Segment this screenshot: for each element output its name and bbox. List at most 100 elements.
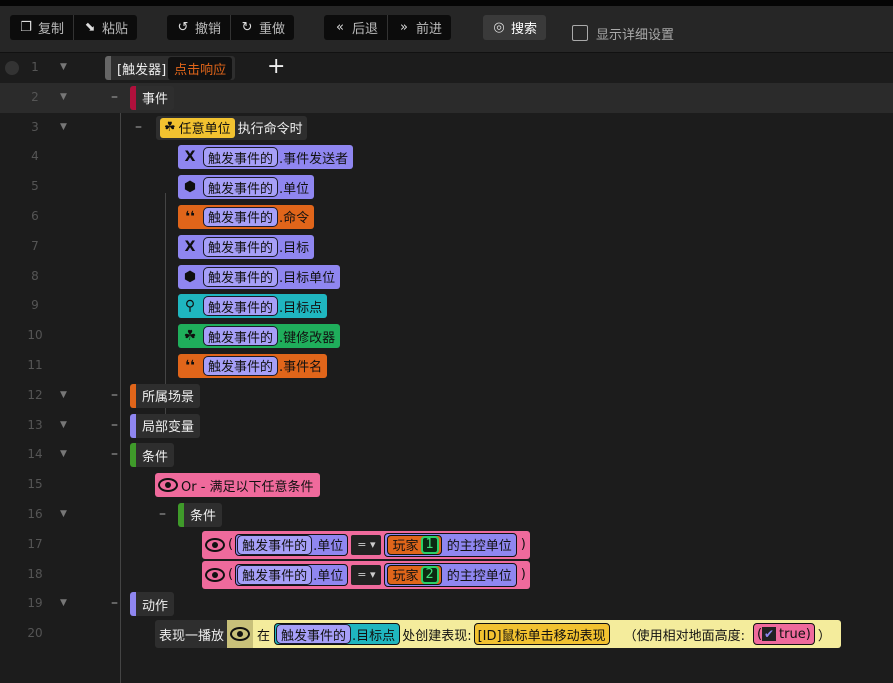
- or-condition-block[interactable]: Or - 满足以下任意条件: [155, 473, 320, 498]
- row-param[interactable]: 8 ⬢ 触发事件的 .目标单位: [0, 262, 893, 292]
- eye-icon[interactable]: [158, 478, 178, 493]
- row-20[interactable]: 20 表现一播放 在 触发事件的 .目标点 处创建表现: [ID]鼠标单击移动表现…: [0, 619, 893, 649]
- row-16[interactable]: 16 ▼ – 条件: [0, 500, 893, 530]
- operator-dropdown[interactable]: = ▾: [351, 534, 382, 555]
- conditions-subsection[interactable]: 条件: [178, 502, 223, 527]
- collapse-icon[interactable]: ▼: [60, 390, 67, 400]
- trigger-header[interactable]: [触发器] 点击响应: [105, 56, 236, 80]
- unit-expr[interactable]: 触发事件的 .单位: [235, 533, 349, 556]
- player-expr[interactable]: 玩家 2: [387, 564, 442, 585]
- ground-height-toggle[interactable]: (✔ true): [752, 623, 815, 646]
- event-pill[interactable]: 触发事件的: [203, 326, 279, 347]
- event-block[interactable]: ☘ 任意单位 执行命令时: [156, 115, 307, 140]
- collapse-dash[interactable]: –: [111, 387, 118, 403]
- row-param[interactable]: 10 ☘ 触发事件的 .键修改器: [0, 321, 893, 351]
- redo-button[interactable]: ↻ 重做: [231, 15, 294, 40]
- player-number[interactable]: 1: [420, 535, 439, 554]
- player-unit-expr[interactable]: 玩家 2 的主控单位: [384, 562, 517, 587]
- event-pill[interactable]: 触发事件的: [276, 624, 352, 645]
- trigger-name[interactable]: 点击响应: [168, 56, 233, 80]
- action-block[interactable]: 表现一播放 在 触发事件的 .目标点 处创建表现: [ID]鼠标单击移动表现 （使…: [155, 620, 841, 649]
- row-param[interactable]: 4 X 触发事件的 .事件发送者: [0, 142, 893, 172]
- collapse-icon[interactable]: ▼: [60, 62, 67, 72]
- line-number: 6: [31, 208, 39, 223]
- checkbox-checked-icon[interactable]: ✔: [762, 627, 777, 642]
- collapse-dash[interactable]: –: [111, 446, 118, 462]
- event-param-block[interactable]: X 触发事件的 .目标: [178, 234, 315, 259]
- back-button[interactable]: « 后退: [324, 15, 389, 40]
- row-param[interactable]: 7 X 触发事件的 .目标: [0, 232, 893, 262]
- row-compare[interactable]: 17 ( 触发事件的 .单位 = ▾ 玩家 1 的主控单位 ): [0, 530, 893, 560]
- row-param[interactable]: 5 ⬢ 触发事件的 .单位: [0, 172, 893, 202]
- event-pill[interactable]: 触发事件的: [203, 147, 279, 168]
- row-12[interactable]: 12 ▼ – 所属场景: [0, 381, 893, 411]
- unit-expr[interactable]: 触发事件的 .单位: [235, 563, 349, 586]
- collapse-icon[interactable]: ▼: [60, 598, 67, 608]
- collapse-dash[interactable]: –: [135, 119, 142, 135]
- param-suffix: .事件发送者: [279, 151, 349, 167]
- eye-icon[interactable]: [230, 627, 251, 642]
- event-pill[interactable]: 触发事件的: [203, 355, 279, 376]
- event-pill[interactable]: 触发事件的: [203, 206, 279, 227]
- collapse-dash[interactable]: –: [159, 506, 166, 522]
- collapse-dash[interactable]: –: [111, 417, 118, 433]
- event-pill[interactable]: 触发事件的: [237, 564, 313, 585]
- forward-button[interactable]: » 前进: [388, 15, 451, 40]
- unit-chip[interactable]: ☘ 任意单位: [160, 117, 235, 138]
- local-vars-section[interactable]: 局部变量: [130, 413, 201, 438]
- event-param-block[interactable]: ⬢ 触发事件的 .单位: [178, 175, 315, 200]
- row-2[interactable]: 2 ▼ – 事件: [0, 82, 893, 113]
- line-number: 9: [31, 298, 39, 313]
- operator-dropdown[interactable]: = ▾: [351, 564, 382, 585]
- row-param[interactable]: 11 ❛❛ 触发事件的 .事件名: [0, 351, 893, 381]
- detail-settings-checkbox[interactable]: [572, 25, 588, 41]
- row-1[interactable]: 1 ▼ [触发器] 点击响应 +: [0, 53, 893, 83]
- row-15[interactable]: 15 Or - 满足以下任意条件: [0, 470, 893, 500]
- player-number[interactable]: 2: [420, 565, 439, 584]
- actions-section[interactable]: 动作: [130, 592, 175, 617]
- breakpoint-dot[interactable]: [5, 61, 19, 75]
- row-19[interactable]: 19 ▼ – 动作: [0, 589, 893, 619]
- collapse-icon[interactable]: ▼: [60, 92, 67, 102]
- scene-section[interactable]: 所属场景: [130, 383, 201, 408]
- event-pill[interactable]: 触发事件的: [237, 534, 313, 555]
- player-expr[interactable]: 玩家 1: [387, 534, 442, 555]
- row-param[interactable]: 6 ❛❛ 触发事件的 .命令: [0, 202, 893, 232]
- search-button[interactable]: ◎ 搜索: [483, 15, 546, 40]
- event-param-block[interactable]: X 触发事件的 .事件发送者: [178, 145, 354, 170]
- row-3[interactable]: 3 ▼ – ☘ 任意单位 执行命令时: [0, 113, 893, 143]
- compare-condition[interactable]: ( 触发事件的 .单位 = ▾ 玩家 1 的主控单位 ): [202, 530, 530, 559]
- eye-icon[interactable]: [205, 567, 225, 582]
- row-13[interactable]: 13 ▼ – 局部变量: [0, 411, 893, 441]
- event-pill[interactable]: 触发事件的: [203, 236, 279, 257]
- event-param-block[interactable]: ⚲ 触发事件的 .目标点: [178, 294, 328, 319]
- player-unit-expr[interactable]: 玩家 1 的主控单位: [384, 532, 517, 557]
- eye-icon[interactable]: [205, 537, 225, 552]
- row-param[interactable]: 9 ⚲ 触发事件的 .目标点: [0, 291, 893, 321]
- conditions-section[interactable]: 条件: [130, 443, 175, 468]
- events-section[interactable]: 事件: [130, 85, 175, 110]
- event-pill[interactable]: 触发事件的: [203, 177, 279, 198]
- collapse-icon[interactable]: ▼: [60, 509, 67, 519]
- copy-button[interactable]: ❐ 复制: [10, 15, 75, 40]
- undo-button[interactable]: ↺ 撤销: [167, 15, 232, 40]
- paste-button[interactable]: ⬊ 粘贴: [74, 15, 137, 40]
- add-icon[interactable]: +: [267, 54, 285, 79]
- event-param-block[interactable]: ⬢ 触发事件的 .目标单位: [178, 264, 341, 289]
- event-param-block[interactable]: ☘ 触发事件的 .键修改器: [178, 324, 341, 349]
- effect-chip[interactable]: [ID]鼠标单击移动表现: [473, 623, 610, 646]
- collapse-icon[interactable]: ▼: [60, 122, 67, 132]
- row-14[interactable]: 14 ▼ – 条件: [0, 440, 893, 470]
- compare-condition[interactable]: ( 触发事件的 .单位 = ▾ 玩家 2 的主控单位 ): [202, 560, 530, 589]
- event-param-block[interactable]: ❛❛ 触发事件的 .事件名: [178, 353, 328, 378]
- event-param-block[interactable]: ❛❛ 触发事件的 .命令: [178, 204, 315, 229]
- point-expr[interactable]: 触发事件的 .目标点: [274, 623, 401, 646]
- line-number: 7: [31, 238, 39, 253]
- collapse-dash[interactable]: –: [111, 89, 118, 105]
- collapse-icon[interactable]: ▼: [60, 449, 67, 459]
- collapse-icon[interactable]: ▼: [60, 420, 67, 430]
- event-pill[interactable]: 触发事件的: [203, 266, 279, 287]
- collapse-dash[interactable]: –: [111, 595, 118, 611]
- event-pill[interactable]: 触发事件的: [203, 296, 279, 317]
- row-compare[interactable]: 18 ( 触发事件的 .单位 = ▾ 玩家 2 的主控单位 ): [0, 560, 893, 590]
